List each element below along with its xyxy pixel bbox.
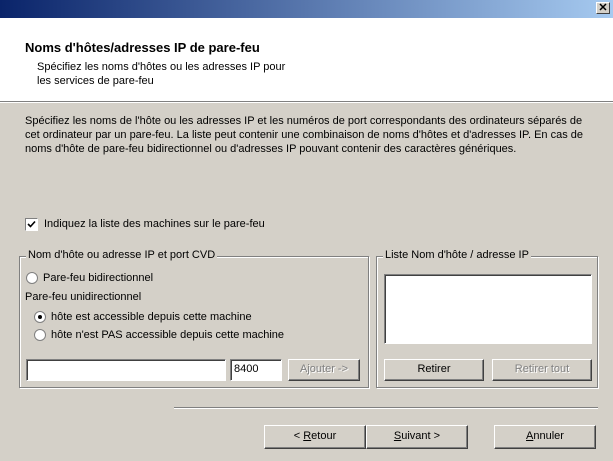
bidirectional-option[interactable]: Pare-feu bidirectionnel bbox=[26, 271, 153, 285]
host-group-box: Nom d'hôte ou adresse IP et port CVD Par… bbox=[19, 249, 369, 388]
not-accessible-radio[interactable] bbox=[34, 329, 46, 341]
dialog-window: ✕ Noms d'hôtes/adresses IP de pare-feu S… bbox=[0, 0, 613, 461]
list-group-box: Liste Nom d'hôte / adresse IP Retirer Re… bbox=[376, 249, 598, 388]
accessible-radio[interactable] bbox=[34, 311, 46, 323]
close-button[interactable]: ✕ bbox=[596, 2, 610, 14]
next-button[interactable]: Suivant > bbox=[366, 425, 468, 449]
checkmark-icon bbox=[27, 220, 36, 228]
cancel-button[interactable]: Annuler bbox=[494, 425, 596, 449]
back-button[interactable]: < Retour bbox=[264, 425, 366, 449]
header-panel: Noms d'hôtes/adresses IP de pare-feu Spé… bbox=[0, 18, 613, 102]
accessible-option[interactable]: hôte est accessible depuis cette machine bbox=[34, 310, 252, 324]
page-title: Noms d'hôtes/adresses IP de pare-feu bbox=[25, 40, 260, 55]
host-input[interactable] bbox=[26, 359, 226, 381]
machine-list-checkbox[interactable] bbox=[25, 217, 38, 231]
add-button[interactable]: Ajouter -> bbox=[288, 359, 360, 381]
header-divider bbox=[0, 102, 613, 103]
bidirectional-radio[interactable] bbox=[26, 272, 38, 284]
port-input[interactable]: 8400 bbox=[230, 359, 282, 381]
remove-all-button[interactable]: Retirer tout bbox=[492, 359, 592, 381]
back-mnemonic: R bbox=[303, 430, 312, 442]
description-text: Spécifiez les noms de l'hôte ou les adre… bbox=[25, 115, 584, 155]
cancel-rest: nnuler bbox=[533, 430, 564, 442]
back-prefix: < bbox=[293, 430, 304, 442]
unidirectional-label: Pare-feu unidirectionnel bbox=[25, 291, 142, 303]
remove-button[interactable]: Retirer bbox=[384, 359, 484, 381]
footer-separator bbox=[174, 407, 598, 409]
list-group-label: Liste Nom d'hôte / adresse IP bbox=[383, 249, 531, 261]
not-accessible-option[interactable]: hôte n'est PAS accessible depuis cette m… bbox=[34, 328, 284, 342]
accessible-label: hôte est accessible depuis cette machine bbox=[51, 311, 252, 323]
back-rest: etour bbox=[311, 430, 337, 442]
bidirectional-label: Pare-feu bidirectionnel bbox=[43, 272, 154, 284]
machine-list-option[interactable]: Indiquez la liste des machines sur le pa… bbox=[25, 217, 265, 231]
host-group-label: Nom d'hôte ou adresse IP et port CVD bbox=[26, 249, 218, 261]
title-bar[interactable]: ✕ bbox=[0, 0, 613, 18]
page-subtitle: Spécifiez les noms d'hôtes ou les adress… bbox=[37, 61, 286, 87]
machine-list-label: Indiquez la liste des machines sur le pa… bbox=[44, 218, 265, 230]
not-accessible-label: hôte n'est PAS accessible depuis cette m… bbox=[51, 329, 285, 341]
close-icon: ✕ bbox=[598, 2, 608, 14]
host-list[interactable] bbox=[384, 274, 592, 344]
next-rest: uivant > bbox=[401, 430, 441, 442]
